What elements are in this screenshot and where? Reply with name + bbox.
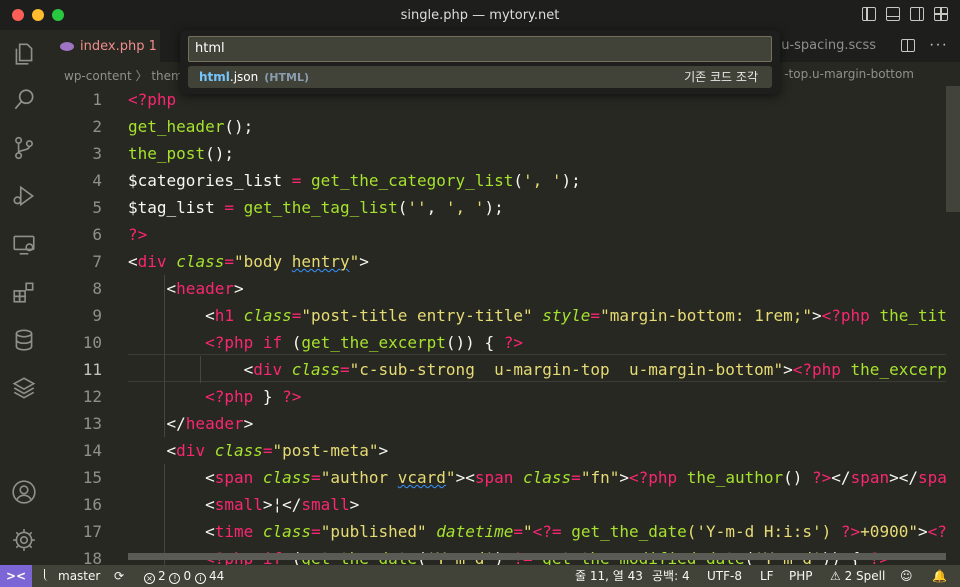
breadcrumb-path[interactable]: wp-content 〉 them [64,67,183,84]
toggle-secondary-sidebar-icon[interactable] [910,7,924,21]
database-icon[interactable] [0,316,48,364]
error-icon: × [144,573,155,584]
php-file-icon [60,41,74,51]
language-mode[interactable]: PHP [789,565,813,587]
quick-open-panel: html html.json (HTML) 기존 코드 조각 [180,30,780,94]
more-actions-icon[interactable]: ··· [929,36,948,54]
title-bar: single.php — mytory.net [0,0,960,30]
indentation-status[interactable]: 공백: 4 [652,565,690,587]
tab-index-php[interactable]: index.php 1 [48,30,160,62]
layout-controls [862,7,948,21]
vertical-scrollbar[interactable] [946,86,960,565]
window-controls [12,9,64,21]
info-icon: i [194,573,206,584]
code-line: 4 $categories_list = get_the_category_lis… [92,171,581,190]
split-editor-icon[interactable] [901,39,916,52]
horizontal-scrollbar[interactable] [128,553,946,560]
toggle-sidebar-icon[interactable] [862,7,876,21]
result-description: 기존 코드 조각 [684,70,758,84]
branch-status[interactable]: master [44,565,100,587]
feedback-icon[interactable]: ☺ [900,565,913,587]
maximize-window-button[interactable] [52,9,64,21]
result-name: html.json (HTML) [199,70,309,84]
vscode-window: single.php — mytory.net index.php 1 u-sp… [0,0,960,587]
notifications-bell-icon[interactable]: 🔔 [932,565,947,587]
activity-bar [0,30,48,565]
quick-open-input[interactable]: html [188,36,772,62]
quick-open-result[interactable]: html.json (HTML) 기존 코드 조각 [188,66,772,88]
code-line: 16 <small>¦</small> [82,495,360,514]
toggle-panel-icon[interactable] [886,7,900,21]
code-line: 17 <time class="published" datetime="<?=… [82,522,957,541]
sync-icon[interactable]: ⟳ [114,565,124,587]
code-line: 8 <header> [92,279,244,298]
code-line: 6 ?> [92,225,148,244]
code-editor[interactable]: 1 <?php 2 get_header(); 3 the_post(); 4 $cat… [48,86,960,565]
problems-status[interactable]: × 2 ! 0 i 44 [144,565,224,587]
code-line: 13 </header> [82,414,254,433]
code-line: 15 <span class="author vcard"><span clas… [82,468,960,487]
breadcrumb-symbol[interactable]: -top.u-margin-bottom [784,67,914,81]
eol-status[interactable]: LF [760,565,774,587]
close-window-button[interactable] [12,9,24,21]
customize-layout-icon[interactable] [934,7,948,21]
code-line: 5 $tag_list = get_the_tag_list('', ', '); [92,198,504,217]
code-line: 9 <h1 class="post-title entry-title" sty… [92,306,960,325]
scrollbar-thumb[interactable] [946,86,960,212]
minimize-window-button[interactable] [32,9,44,21]
code-line: 7 <div class="body hentry"> [92,252,369,271]
code-line: 14 <div class="post-meta"> [82,441,389,460]
status-bar: >< master ⟳ × 2 ! 0 i 44 줄 11, 열 43 공백: 4 U… [0,565,960,587]
account-icon[interactable] [0,468,48,516]
window-title: single.php — mytory.net [400,7,560,23]
code-line-current: 11 <div class="c-sub-strong u-margin-top… [82,360,960,379]
encoding-status[interactable]: UTF-8 [707,565,742,587]
code-line: 10 <?php if (get_the_excerpt()) { ?> [82,333,523,352]
tab-label: index.php 1 [80,38,157,54]
explorer-icon[interactable] [0,30,48,78]
code-line: 2 get_header(); [92,117,254,136]
warning-icon: ! [169,573,181,584]
tab-u-spacing-scss[interactable]: u-spacing.scss [781,38,876,53]
settings-gear-icon[interactable] [0,516,48,564]
spell-status[interactable]: ⚠ 2 Spell [830,565,885,587]
source-control-icon[interactable] [0,124,48,172]
cursor-position[interactable]: 줄 11, 열 43 [575,565,643,587]
extensions-icon[interactable] [0,268,48,316]
code-line: 3 the_post(); [92,144,234,163]
code-line: 12 <?php } ?> [82,387,302,406]
git-branch-icon [44,569,53,581]
result-language: (HTML) [264,71,309,84]
run-debug-icon[interactable] [0,172,48,220]
search-icon[interactable] [0,76,48,124]
remote-explorer-icon[interactable] [0,220,48,268]
editor-actions: ··· [901,36,948,54]
remote-indicator[interactable]: >< [0,565,32,587]
layers-icon[interactable] [0,364,48,412]
